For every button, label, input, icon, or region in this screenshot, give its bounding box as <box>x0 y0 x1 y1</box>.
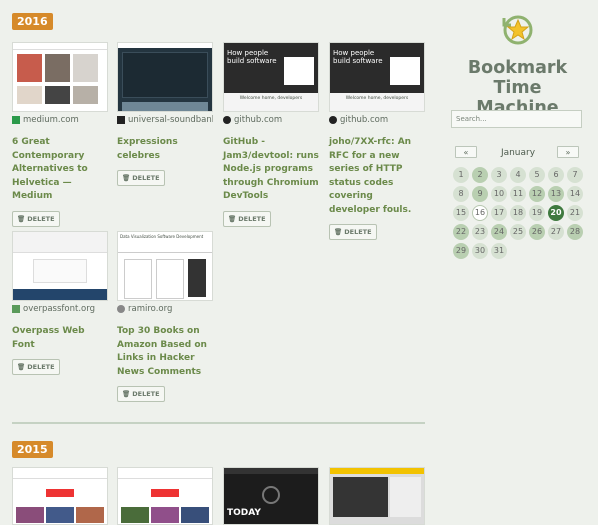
bookmark-card <box>117 467 213 525</box>
bookmark-card: universal-soundbank... Expressions celeb… <box>117 42 213 186</box>
history-star-icon <box>502 15 533 45</box>
calendar-day[interactable]: 8 <box>453 186 469 202</box>
delete-button[interactable]: 🗑 DELETE <box>223 210 271 227</box>
source: github.com <box>223 115 319 125</box>
trash-icon: 🗑 <box>122 390 131 398</box>
calendar-day[interactable]: 30 <box>472 243 488 259</box>
delete-button[interactable]: 🗑 DELETE <box>117 386 165 402</box>
calendar-day[interactable]: 31 <box>491 243 507 259</box>
calendar-day[interactable]: 22 <box>453 224 469 240</box>
calendar-day[interactable]: 25 <box>510 224 526 240</box>
thumbnail[interactable]: How people build software Welcome home, d… <box>329 42 425 112</box>
calendar-day[interactable]: 11 <box>510 186 526 202</box>
calendar-day[interactable]: 13 <box>548 186 564 202</box>
bookmark-title-link[interactable]: Top 30 Books on Amazon Based on Links in… <box>117 325 213 379</box>
medium-icon <box>12 116 20 124</box>
calendar-day[interactable]: 10 <box>491 186 507 202</box>
trash-icon: 🗑 <box>17 214 26 223</box>
trash-icon: 🗑 <box>122 174 131 182</box>
calendar-day[interactable]: 20 <box>548 205 564 221</box>
prev-month-button[interactable]: « <box>455 146 477 158</box>
trash-icon: 🗑 <box>334 228 343 236</box>
delete-button[interactable]: 🗑 DELETE <box>329 224 377 240</box>
bookmark-card: How people build software Welcome home, d… <box>223 42 319 227</box>
thumbnail[interactable] <box>12 231 108 301</box>
calendar-day[interactable]: 26 <box>529 224 545 240</box>
thumbnail[interactable] <box>12 42 108 112</box>
thumbnail[interactable] <box>117 42 213 112</box>
year-separator <box>12 422 425 424</box>
bookmark-card: overpassfont.org Overpass Web Font 🗑 DELE… <box>12 231 108 375</box>
calendar-day[interactable]: 2 <box>472 167 488 183</box>
next-month-button[interactable]: » <box>557 146 579 158</box>
bookmark-card: medium.com 6 Great Contemporary Alternat… <box>12 42 108 227</box>
calendar-day[interactable]: 14 <box>567 186 583 202</box>
calendar-day[interactable]: 24 <box>491 224 507 240</box>
bookmark-title-link[interactable]: 6 Great Contemporary Alternatives to Hel… <box>12 136 108 204</box>
thumbnail[interactable]: How people build software Welcome home, d… <box>223 42 319 112</box>
bookmark-title-link[interactable]: Expressions celebres <box>117 136 213 163</box>
thumbnail[interactable] <box>117 467 213 525</box>
delete-button[interactable]: 🗑 DELETE <box>12 210 60 227</box>
github-icon <box>329 116 337 124</box>
calendar-day[interactable]: 3 <box>491 167 507 183</box>
github-icon <box>223 116 231 124</box>
year-heading-2016: 2016 <box>12 13 53 30</box>
search-input[interactable]: Search... <box>451 110 582 128</box>
source: overpassfont.org <box>12 304 108 314</box>
calendar-day[interactable]: 4 <box>510 167 526 183</box>
calendar-day[interactable]: 12 <box>529 186 545 202</box>
calendar-day[interactable]: 16 <box>472 205 488 221</box>
person-icon <box>117 305 125 313</box>
bookmark-card <box>329 467 425 525</box>
trash-icon: 🗑 <box>17 363 26 371</box>
bookmark-card <box>12 467 108 525</box>
source: universal-soundbank... <box>117 115 213 125</box>
calendar-day[interactable]: 23 <box>472 224 488 240</box>
bookmark-title-link[interactable]: GitHub - Jam3/devtool: runs Node.js prog… <box>223 136 319 204</box>
overpass-icon <box>12 305 20 313</box>
calendar-day[interactable]: 19 <box>529 205 545 221</box>
bookmark-card: Data Visualization Software Development … <box>117 231 213 402</box>
calendar-day[interactable]: 29 <box>453 243 469 259</box>
bookmark-title-link[interactable]: Overpass Web Font <box>12 325 108 352</box>
calendar-day[interactable]: 6 <box>548 167 564 183</box>
source: medium.com <box>12 115 108 125</box>
calendar-day[interactable]: 15 <box>453 205 469 221</box>
calendar-day[interactable]: 7 <box>567 167 583 183</box>
calendar-day[interactable]: 28 <box>567 224 583 240</box>
calendar-day[interactable]: 18 <box>510 205 526 221</box>
source: github.com <box>329 115 425 125</box>
calendar-day[interactable]: 1 <box>453 167 469 183</box>
bookmark-title-link[interactable]: joho/7XX-rfc: An RFC for a new series of… <box>329 136 425 217</box>
calendar-day[interactable]: 27 <box>548 224 564 240</box>
thumbnail[interactable] <box>12 467 108 525</box>
bookmark-card: TODAY <box>223 467 319 525</box>
calendar-day[interactable]: 9 <box>472 186 488 202</box>
thumbnail[interactable]: Data Visualization Software Development <box>117 231 213 301</box>
calendar-day[interactable]: 21 <box>567 205 583 221</box>
calendar-day[interactable]: 5 <box>529 167 545 183</box>
year-heading-2015: 2015 <box>12 441 53 458</box>
app-title: Bookmark Time Machine <box>467 58 568 118</box>
delete-button[interactable]: 🗑 DELETE <box>117 170 165 186</box>
site-icon <box>117 116 125 124</box>
month-label: January <box>500 148 536 158</box>
thumbnail[interactable] <box>329 467 425 525</box>
trash-icon: 🗑 <box>228 214 237 223</box>
delete-button[interactable]: 🗑 DELETE <box>12 359 60 375</box>
source: ramiro.org <box>117 304 213 314</box>
bookmark-card: How people build software Welcome home, d… <box>329 42 425 240</box>
app-logo <box>500 12 534 46</box>
thumbnail[interactable]: TODAY <box>223 467 319 525</box>
calendar-day[interactable]: 17 <box>491 205 507 221</box>
